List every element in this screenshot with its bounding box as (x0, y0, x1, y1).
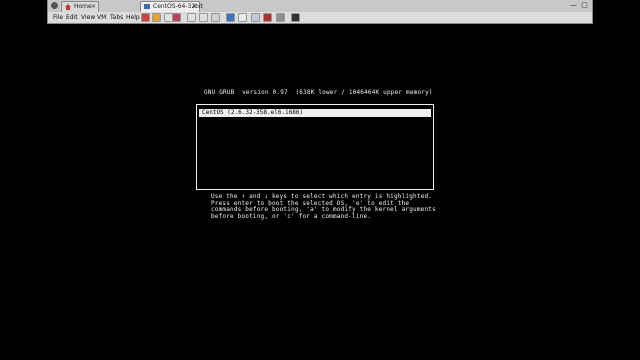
menu-bar: File Edit View VM Tabs Help (48, 12, 592, 24)
display-settings-icon[interactable] (291, 13, 300, 22)
fullscreen-icon[interactable] (226, 13, 235, 22)
menu-edit[interactable]: Edit (66, 14, 78, 22)
tab-centos-vm-close-icon[interactable]: × (192, 2, 197, 12)
grub-help-line-1: Use the ↑ and ↓ keys to select which ent… (211, 193, 433, 200)
grub-help-line-3: commands before booting, 'a' to modify t… (211, 206, 436, 213)
manage-snapshots-icon[interactable] (199, 13, 208, 22)
menu-view[interactable]: View (81, 14, 95, 22)
menu-file[interactable]: File (53, 14, 63, 22)
menu-help[interactable]: Help (126, 14, 140, 22)
tab-home-label: Home (74, 3, 92, 10)
removable-devices-icon[interactable] (263, 13, 272, 22)
grub-entry-selected[interactable]: CentOS (2.6.32-358.el6.i686) (199, 109, 431, 117)
unity-icon[interactable] (238, 13, 247, 22)
snapshot-icon[interactable] (172, 13, 181, 22)
tab-centos-vm[interactable]: CentOS-64-32bit × (140, 1, 203, 12)
menu-vm[interactable]: VM (97, 14, 106, 22)
tab-home[interactable]: Home × (61, 1, 99, 12)
suspend-icon[interactable] (152, 13, 161, 22)
thumbnail-view-icon[interactable] (276, 13, 285, 22)
console-view-icon[interactable] (251, 13, 260, 22)
vmware-window-chrome: Home × CentOS-64-32bit × — ▢ × File Edit… (47, 0, 593, 24)
power-icon[interactable] (141, 13, 150, 22)
menu-tabs[interactable]: Tabs (110, 14, 123, 22)
maximize-button[interactable]: ▢ (580, 1, 589, 10)
clone-icon[interactable] (211, 13, 220, 22)
vm-icon (144, 4, 150, 9)
minimize-button[interactable]: — (569, 1, 578, 10)
system-menu-icon[interactable] (51, 2, 58, 9)
tab-strip: Home × CentOS-64-32bit × — ▢ × (48, 0, 592, 12)
tab-home-close-icon[interactable]: × (91, 2, 96, 12)
grub-help-line-4: before booting, or 'c' for a command-lin… (211, 213, 372, 220)
grub-entry-list: CentOS (2.6.32-358.el6.i686) (196, 104, 434, 190)
home-icon (65, 4, 71, 10)
revert-snapshot-icon[interactable] (187, 13, 196, 22)
grub-header: GNU GRUB version 0.97 (638K lower / 1046… (204, 89, 433, 96)
